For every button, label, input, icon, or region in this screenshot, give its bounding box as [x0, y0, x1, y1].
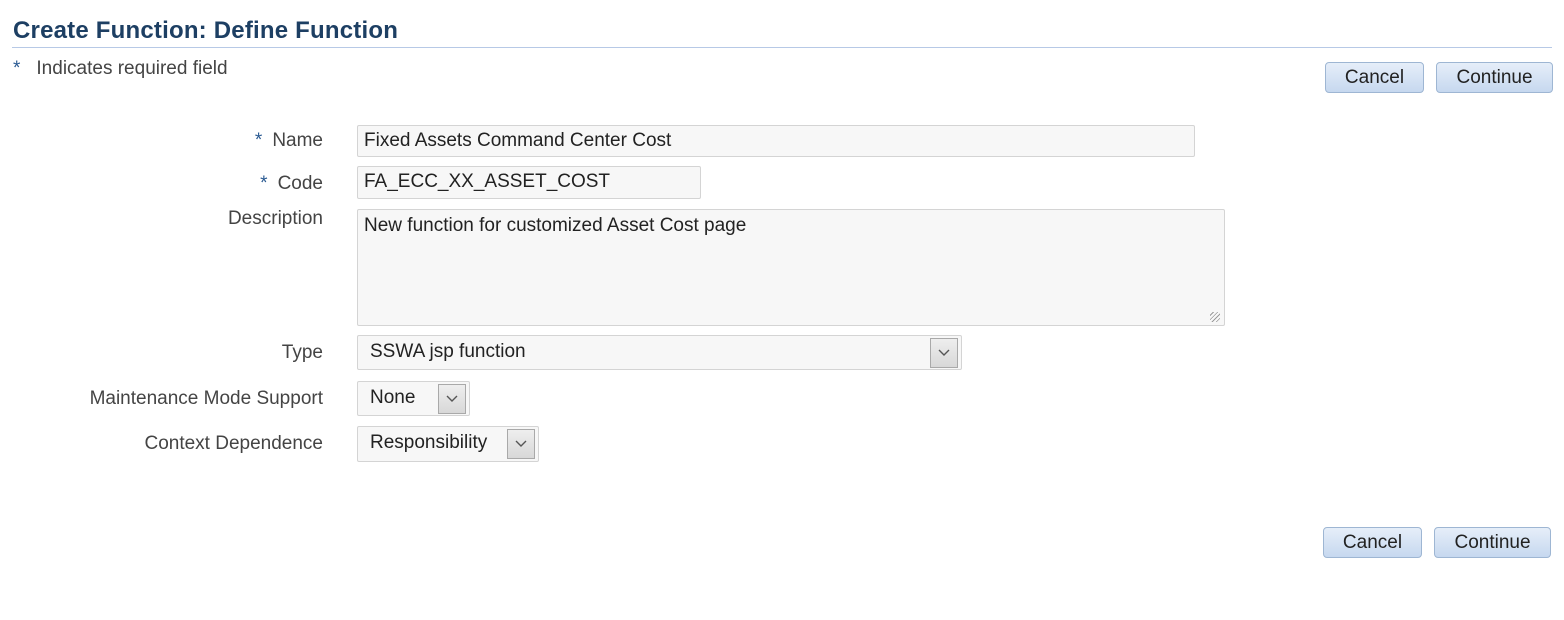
chevron-down-icon[interactable] [930, 338, 958, 368]
code-field-value: FA_ECC_XX_ASSET_COST [364, 171, 611, 192]
continue-button-bottom[interactable]: Continue [1434, 527, 1551, 558]
maintenance-mode-label: Maintenance Mode Support [89, 388, 323, 409]
chevron-down-icon[interactable] [507, 429, 535, 459]
type-select[interactable]: SSWA jsp function [357, 335, 962, 370]
name-field-value: Fixed Assets Command Center Cost [364, 130, 672, 151]
name-field[interactable]: Fixed Assets Command Center Cost [357, 125, 1195, 157]
cancel-button-label: Cancel [1342, 531, 1403, 553]
required-star: * [254, 130, 263, 151]
context-dependence-label: Context Dependence [144, 433, 323, 454]
page-title: Create Function: Define Function [13, 17, 399, 44]
code-label-text: Code [277, 173, 323, 194]
cancel-button-top[interactable]: Cancel [1325, 62, 1424, 93]
required-note: * Indicates required field [13, 58, 228, 80]
title-divider [12, 47, 1552, 48]
context-dependence-value: Responsibility [370, 432, 488, 453]
description-value: New function for customized Asset Cost p… [364, 215, 747, 236]
cancel-button-bottom[interactable]: Cancel [1323, 527, 1422, 558]
code-field[interactable]: FA_ECC_XX_ASSET_COST [357, 166, 701, 199]
description-label: Description [227, 208, 323, 229]
continue-button-top[interactable]: Continue [1436, 62, 1553, 93]
resize-grip-icon[interactable] [1210, 312, 1220, 322]
maintenance-mode-value: None [370, 387, 416, 408]
name-label-text: Name [272, 130, 323, 151]
context-dependence-select[interactable]: Responsibility [357, 426, 539, 462]
chevron-down-icon[interactable] [438, 384, 466, 414]
type-select-value: SSWA jsp function [370, 341, 526, 362]
code-label: * Code [260, 173, 323, 195]
required-note-text: Indicates required field [36, 58, 228, 79]
cancel-button-label: Cancel [1344, 66, 1405, 88]
name-label: * Name [255, 130, 323, 152]
description-textarea[interactable]: New function for customized Asset Cost p… [357, 209, 1225, 326]
maintenance-mode-select[interactable]: None [357, 381, 470, 416]
required-star: * [13, 58, 21, 79]
continue-button-label: Continue [1454, 531, 1531, 553]
continue-button-label: Continue [1456, 66, 1533, 88]
required-star: * [260, 173, 268, 194]
type-label: Type [281, 342, 323, 363]
